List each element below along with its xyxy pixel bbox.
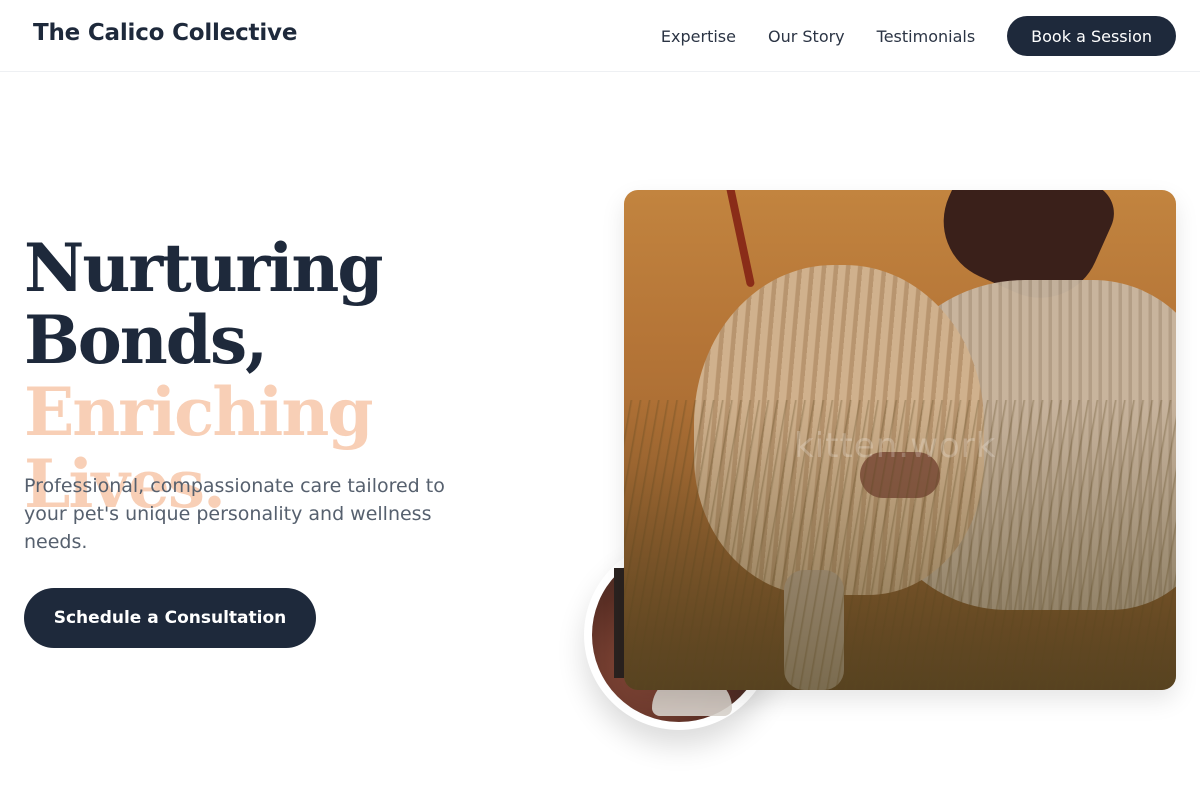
nav-link-expertise[interactable]: Expertise xyxy=(661,27,736,46)
brand-logo[interactable]: The Calico Collective xyxy=(33,20,297,46)
nav-link-testimonials[interactable]: Testimonials xyxy=(877,27,976,46)
photo-watermark: kitten.work xyxy=(794,426,997,466)
site-header: The Calico Collective Expertise Our Stor… xyxy=(0,0,1200,72)
headline-line-2: Bonds, xyxy=(24,301,268,379)
hero-photo: kitten.work xyxy=(624,190,1176,690)
nav-link-our-story[interactable]: Our Story xyxy=(768,27,845,46)
photo-leash xyxy=(724,190,756,288)
photo-tree-trunk xyxy=(614,568,624,678)
headline-line-1: Nurturing xyxy=(24,229,384,307)
hero-subcopy: Professional, compassionate care tailore… xyxy=(24,475,445,553)
schedule-consultation-button[interactable]: Schedule a Consultation xyxy=(24,588,316,648)
book-session-button[interactable]: Book a Session xyxy=(1007,16,1176,56)
main-nav: Expertise Our Story Testimonials Book a … xyxy=(661,16,1176,56)
